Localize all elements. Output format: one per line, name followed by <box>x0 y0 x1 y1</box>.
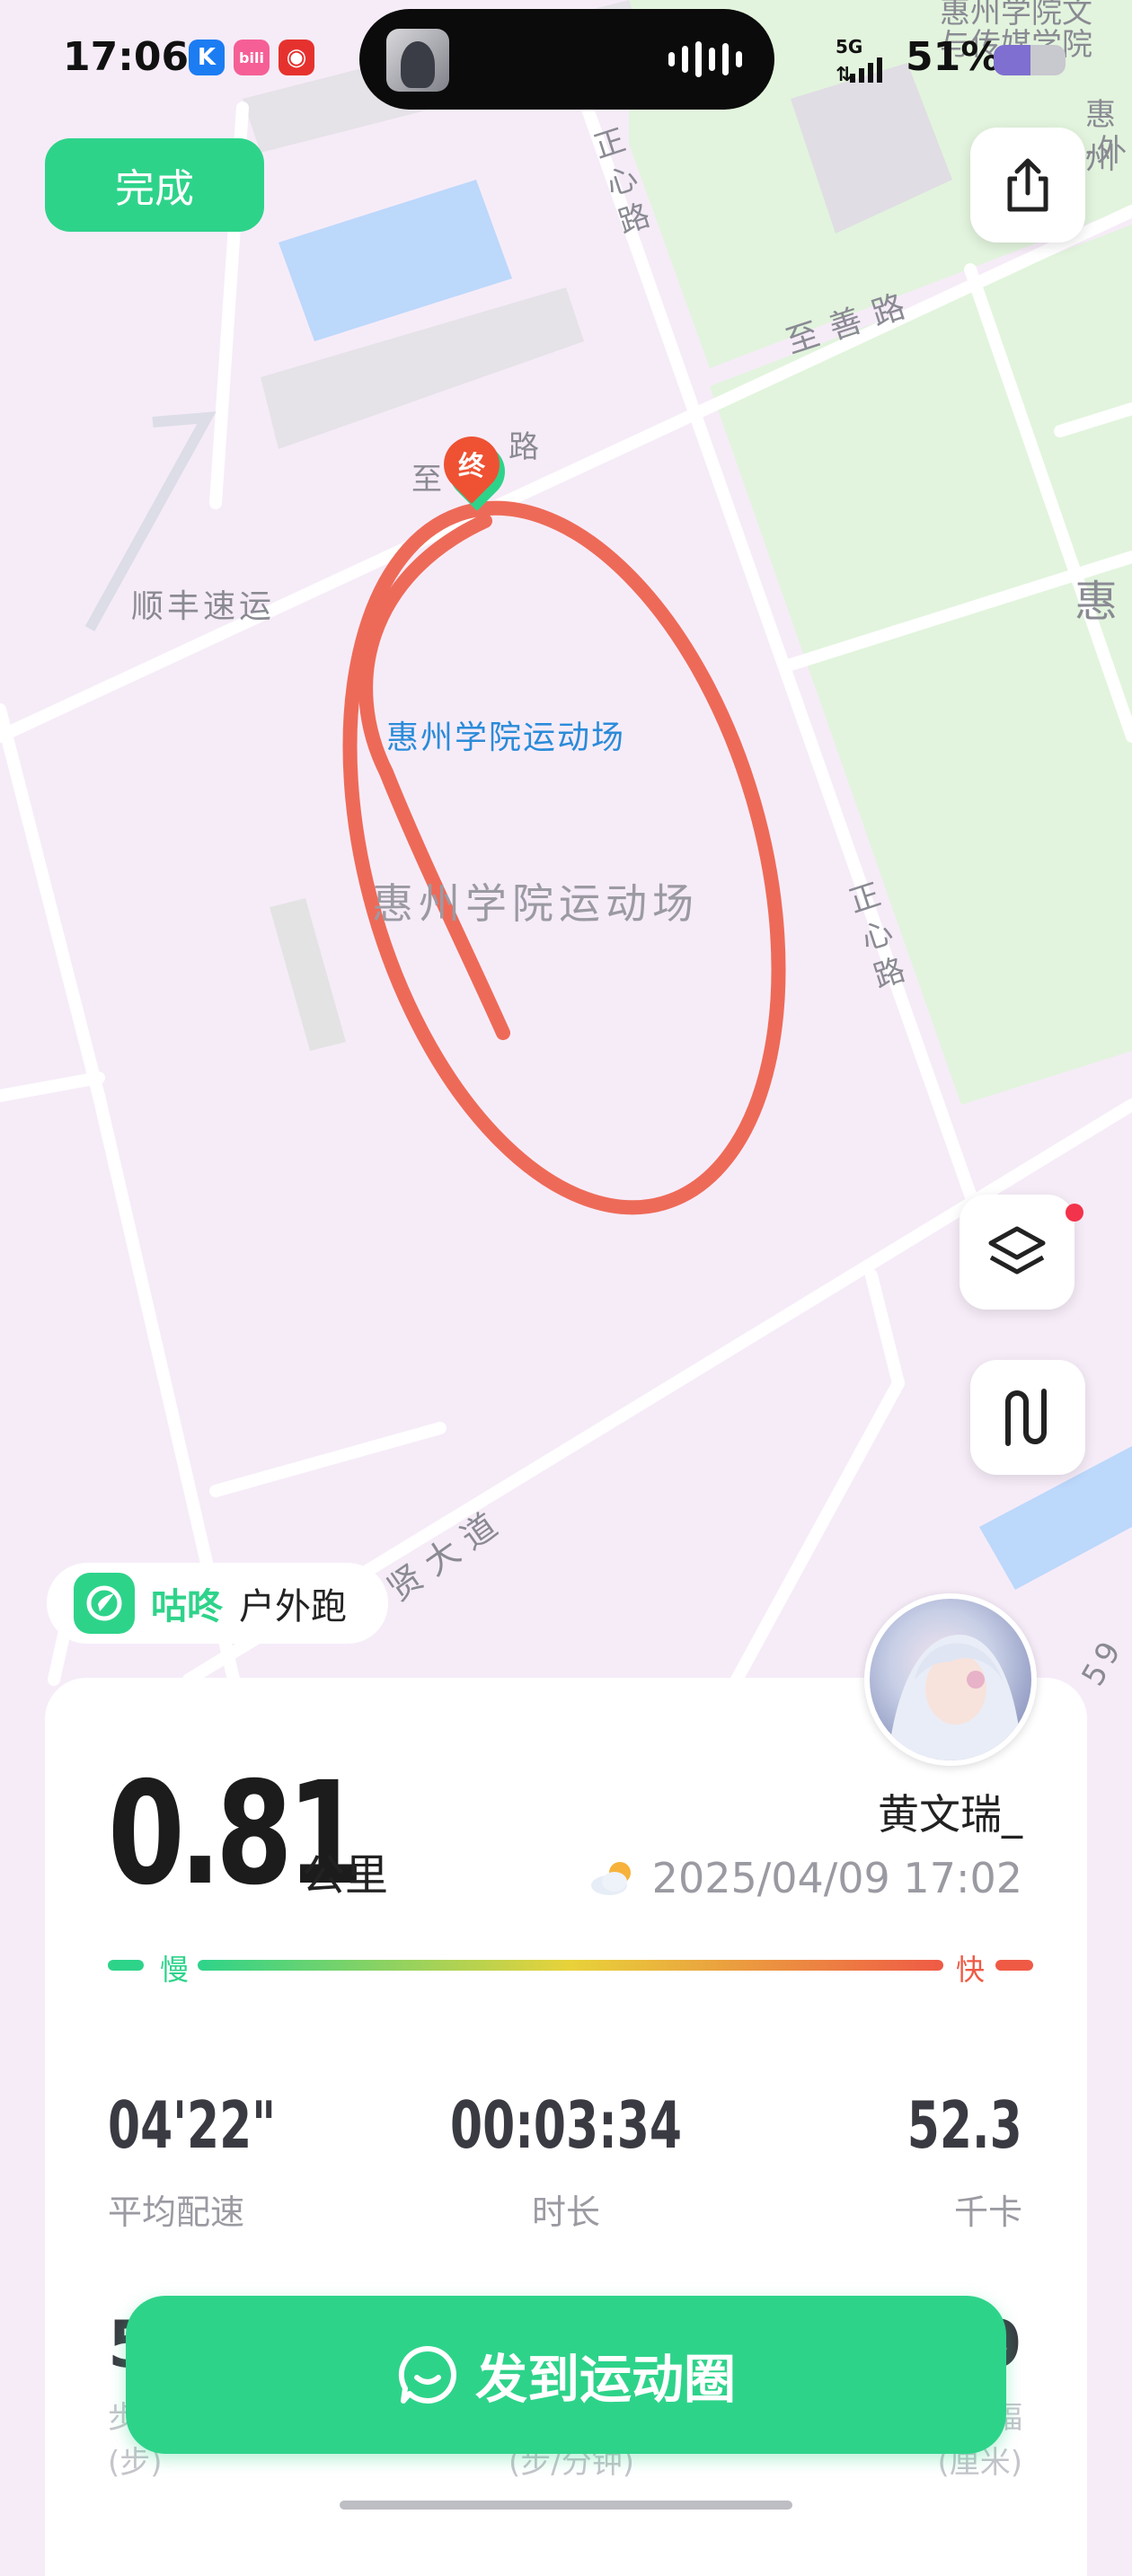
username[interactable]: 黄文瑞_ <box>878 1782 1022 1841</box>
stat-value: 04'22" <box>108 2087 277 2163</box>
battery-fill <box>994 45 1030 75</box>
brand-name: 咕咚 <box>151 1586 223 1628</box>
user-avatar[interactable] <box>864 1593 1037 1766</box>
audio-wave-icon <box>668 41 742 77</box>
datetime-text: 2025/04/09 17:02 <box>651 1854 1022 1902</box>
stat-value: 52.3 <box>907 2087 1022 2163</box>
stat-duration: 00:03:34 时长 <box>386 2093 746 2234</box>
network-type: 5G <box>836 36 863 57</box>
stat-avg-pace: 04'22" 平均配速 <box>108 2093 341 2234</box>
chat-bubble-icon <box>398 2345 456 2404</box>
netease-music-icon: ◉ <box>279 40 314 75</box>
end-marker-label: 终 <box>458 451 485 482</box>
partly-cloudy-icon <box>590 1862 631 1895</box>
stat-value: 00:03:34 <box>450 2087 682 2163</box>
workout-datetime: 2025/04/09 17:02 <box>588 1854 1022 1902</box>
track-icon <box>1005 1389 1047 1446</box>
svg-text:⇅: ⇅ <box>836 64 852 84</box>
poi-label-shunfeng: 顺丰速运 <box>131 588 276 625</box>
stat-label: 千卡 <box>953 2192 1022 2232</box>
pace-slow-label: 慢 <box>160 1953 190 1987</box>
pace-gradient-bar: 慢 快 <box>108 1947 1033 1987</box>
done-button[interactable]: 完成 <box>45 138 264 232</box>
map-label-right-wai2: -外 <box>1085 133 1128 169</box>
share-icon <box>1007 158 1048 212</box>
post-to-sport-circle-label: 发到运动圈 <box>474 2349 736 2410</box>
status-bar: 17:06 K bili ◉ 5G ⇅ 51% <box>0 0 1132 117</box>
kugou-icon: K <box>189 40 225 75</box>
new-badge-dot <box>1066 1204 1083 1222</box>
app-brand-badge: 咕咚 户外跑 <box>47 1563 388 1644</box>
bilibili-icon: bili <box>234 40 270 75</box>
layers-icon <box>988 1226 1046 1275</box>
dynamic-island[interactable] <box>359 9 774 110</box>
distance-unit: 公里 <box>302 1850 389 1901</box>
battery-icon <box>994 45 1066 75</box>
venue-label-blue: 惠州学院运动场 <box>386 719 626 756</box>
sport-type: 户外跑 <box>239 1586 347 1628</box>
track-replay-button[interactable] <box>970 1360 1085 1475</box>
stat-calories: 52.3 千卡 <box>862 2093 1022 2234</box>
pace-fast-label: 快 <box>956 1953 986 1987</box>
signal-indicator: 5G ⇅ <box>836 36 889 89</box>
now-playing-avatar <box>386 29 449 92</box>
post-to-sport-circle-button[interactable]: 发到运动圈 <box>126 2296 1006 2454</box>
codoon-logo-icon <box>74 1573 135 1634</box>
home-indicator[interactable] <box>340 2501 792 2510</box>
end-marker[interactable]: 终 <box>432 425 517 511</box>
map-label-right-hui: 惠 <box>1075 577 1119 627</box>
road-label-lu: 路 <box>509 429 544 465</box>
road-label-zhi: 至 <box>411 462 447 498</box>
status-time: 17:06 <box>63 34 190 80</box>
map-layers-button[interactable] <box>960 1195 1075 1310</box>
stat-label: 时长 <box>531 2192 600 2232</box>
signal-bars-icon: ⇅ <box>836 57 882 86</box>
venue-label-gray: 惠州学院运动场 <box>372 879 699 928</box>
share-button[interactable] <box>970 128 1085 243</box>
battery-percentage: 51% <box>906 34 1001 80</box>
notification-icons: K bili ◉ <box>189 40 314 75</box>
stat-label: 平均配速 <box>108 2192 245 2232</box>
